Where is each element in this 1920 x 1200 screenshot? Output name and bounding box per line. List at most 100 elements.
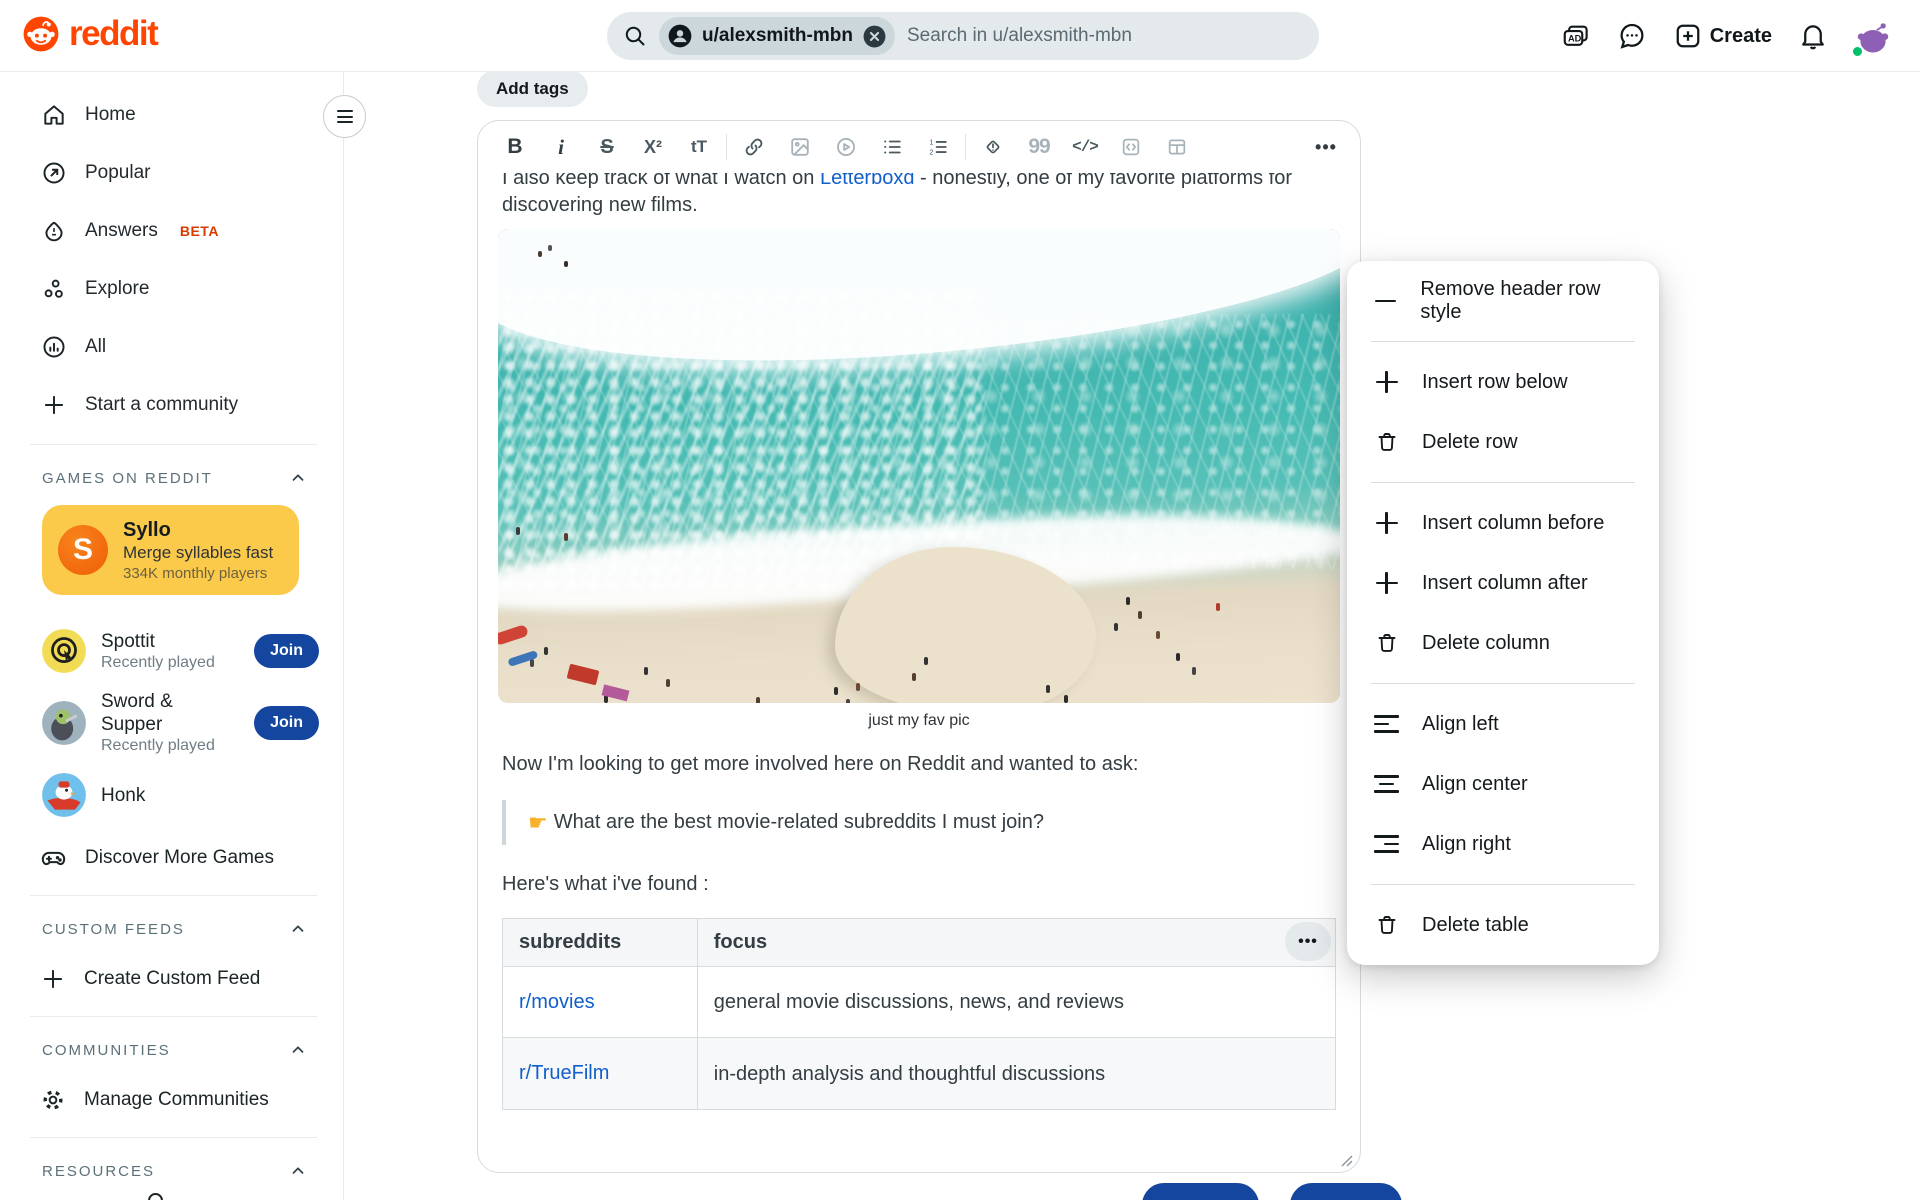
pointing-hand-icon: ☛ <box>528 810 548 835</box>
link-icon[interactable] <box>731 129 777 165</box>
menu-divider <box>1371 341 1635 342</box>
section-title: RESOURCES <box>42 1162 156 1180</box>
communities-header[interactable]: COMMUNITIES <box>18 1027 329 1073</box>
advertise-button[interactable]: AD <box>1553 14 1599 58</box>
resize-handle[interactable] <box>1337 1151 1353 1167</box>
table-row: r/TrueFilm in-depth analysis and thought… <box>502 1037 1337 1110</box>
menu-item-delete-row[interactable]: Delete row <box>1347 412 1659 472</box>
game-tagline: Merge syllables fast <box>123 542 274 562</box>
bullet-list-icon[interactable] <box>869 129 915 165</box>
sidebar-item-popular[interactable]: Popular <box>18 144 329 202</box>
sidebar-item-answers[interactable]: Answers BETA <box>18 202 329 260</box>
post-button[interactable] <box>1290 1183 1402 1200</box>
profile-icon <box>667 23 693 49</box>
reddit-app: reddit u/alexsmith-mbn Search in u/alexs… <box>0 0 1920 1200</box>
sidebar-item-home[interactable]: Home <box>18 86 329 144</box>
column-header[interactable]: subreddits <box>502 918 698 967</box>
featured-game-card-syllo[interactable]: S Syllo Merge syllables fast 334K monthl… <box>42 505 299 595</box>
resources-header[interactable]: RESOURCES <box>18 1148 329 1194</box>
toolbar-more-icon[interactable]: ••• <box>1306 137 1346 158</box>
superscript-icon[interactable]: X² <box>630 129 676 165</box>
game-name: Sword & Supper <box>101 691 173 735</box>
code-block-icon[interactable] <box>1108 129 1154 165</box>
post-body-editor[interactable]: I also keep track of what I watch on Let… <box>478 173 1360 1172</box>
sidebar-item-all[interactable]: All <box>18 318 329 376</box>
numbered-list-icon[interactable]: 1 2 <box>915 129 961 165</box>
create-custom-feed[interactable]: Create Custom Feed <box>18 952 329 1006</box>
video-icon[interactable] <box>823 129 869 165</box>
spoiler-icon[interactable] <box>970 129 1016 165</box>
sidebar-item-start-community[interactable]: Start a community <box>18 376 329 434</box>
create-button[interactable]: Create <box>1665 14 1780 58</box>
quote-text: What are the best movie-related subreddi… <box>553 811 1044 833</box>
menu-item-insert-column-after[interactable]: Insert column after <box>1347 553 1659 613</box>
notifications-button[interactable] <box>1790 14 1836 58</box>
menu-item-delete-table[interactable]: Delete table <box>1347 895 1659 955</box>
subreddits-table[interactable]: subreddits focus r/movies general movie … <box>502 918 1337 1110</box>
column-header[interactable]: focus <box>696 918 1337 967</box>
subreddit-link[interactable]: r/movies <box>519 991 595 1013</box>
table-cell[interactable]: in-depth analysis and thoughtful discuss… <box>696 1037 1337 1110</box>
menu-item-remove-header-row-style[interactable]: Remove header row style <box>1347 271 1659 331</box>
gear-icon <box>40 1087 66 1113</box>
manage-communities[interactable]: Manage Communities <box>18 1073 329 1127</box>
letterboxd-link[interactable]: Letterboxd <box>820 173 915 189</box>
trash-icon <box>1373 913 1400 937</box>
search-scope-chip[interactable]: u/alexsmith-mbn <box>659 17 895 55</box>
join-button[interactable]: Join <box>254 634 319 668</box>
sidebar-item-explore[interactable]: Explore <box>18 260 329 318</box>
plus-icon <box>40 392 67 418</box>
table-options-button[interactable]: ••• <box>1285 922 1331 961</box>
menu-item-label: Insert column before <box>1422 511 1605 534</box>
sidebar-collapse-button[interactable] <box>323 95 366 138</box>
table-icon[interactable] <box>1154 129 1200 165</box>
strikethrough-icon[interactable]: S <box>584 129 630 165</box>
online-status-dot <box>1851 45 1864 58</box>
doc-table-wrap: subreddits focus r/movies general movie … <box>502 918 1337 1110</box>
beach-photo[interactable] <box>498 229 1340 703</box>
search-input[interactable]: Search in u/alexsmith-mbn <box>907 25 1132 47</box>
plus-icon <box>1373 572 1400 594</box>
menu-divider <box>1371 482 1635 483</box>
game-row-sword-supper[interactable]: Sword & Supper Recently played Join <box>18 687 329 759</box>
image-icon[interactable] <box>777 129 823 165</box>
user-avatar[interactable] <box>1851 15 1894 58</box>
section-title: COMMUNITIES <box>42 1041 171 1059</box>
game-row-honk[interactable]: Honk <box>18 759 329 831</box>
menu-item-align-center[interactable]: Align center <box>1347 754 1659 814</box>
table-row: r/movies general movie discussions, news… <box>502 966 1337 1038</box>
subreddit-link[interactable]: r/TrueFilm <box>519 1062 609 1084</box>
custom-feeds-header[interactable]: CUSTOM FEEDS <box>18 906 329 952</box>
discover-more-games[interactable]: Discover More Games <box>18 831 329 885</box>
bold-icon[interactable]: B <box>492 129 538 165</box>
save-draft-button[interactable] <box>1142 1183 1259 1200</box>
join-button[interactable]: Join <box>254 706 319 740</box>
reddit-logo[interactable]: reddit <box>22 14 159 54</box>
blockquote: ☛ What are the best movie-related subred… <box>502 800 1336 845</box>
menu-item-label: Insert column after <box>1422 571 1588 594</box>
game-row-spottit[interactable]: Spottit Recently played Join <box>18 615 329 687</box>
inline-code-icon[interactable]: </> <box>1062 129 1108 165</box>
search-bar[interactable]: u/alexsmith-mbn Search in u/alexsmith-mb… <box>607 12 1319 60</box>
quote-icon[interactable]: 99 <box>1016 129 1062 165</box>
menu-item-delete-column[interactable]: Delete column <box>1347 613 1659 673</box>
sidebar-item-label: Popular <box>85 162 151 183</box>
menu-item-insert-row-below[interactable]: Insert row below <box>1347 352 1659 412</box>
menu-item-align-left[interactable]: Align left <box>1347 694 1659 754</box>
align-right-icon <box>1373 835 1400 853</box>
chip-close-icon[interactable] <box>862 24 887 49</box>
italic-icon[interactable]: i <box>538 129 584 165</box>
menu-item-insert-column-before[interactable]: Insert column before <box>1347 493 1659 553</box>
menu-item-label: Align left <box>1422 712 1499 735</box>
paragraph: Here's what i've found : <box>502 873 709 895</box>
table-cell[interactable]: general movie discussions, news, and rev… <box>696 966 1337 1038</box>
post-editor[interactable]: B i S X² tT 1 2 99 </> ••• I also keep t… <box>477 120 1361 1173</box>
heading-icon[interactable]: tT <box>676 129 722 165</box>
discover-more-label: Discover More Games <box>85 847 274 868</box>
menu-item-align-right[interactable]: Align right <box>1347 814 1659 874</box>
games-section-header[interactable]: GAMES ON REDDIT <box>18 455 329 501</box>
hamburger-icon <box>336 107 353 127</box>
image-caption[interactable]: just my fav pic <box>498 711 1340 731</box>
add-tags-button[interactable]: Add tags <box>477 70 588 107</box>
chat-button[interactable] <box>1609 14 1655 58</box>
